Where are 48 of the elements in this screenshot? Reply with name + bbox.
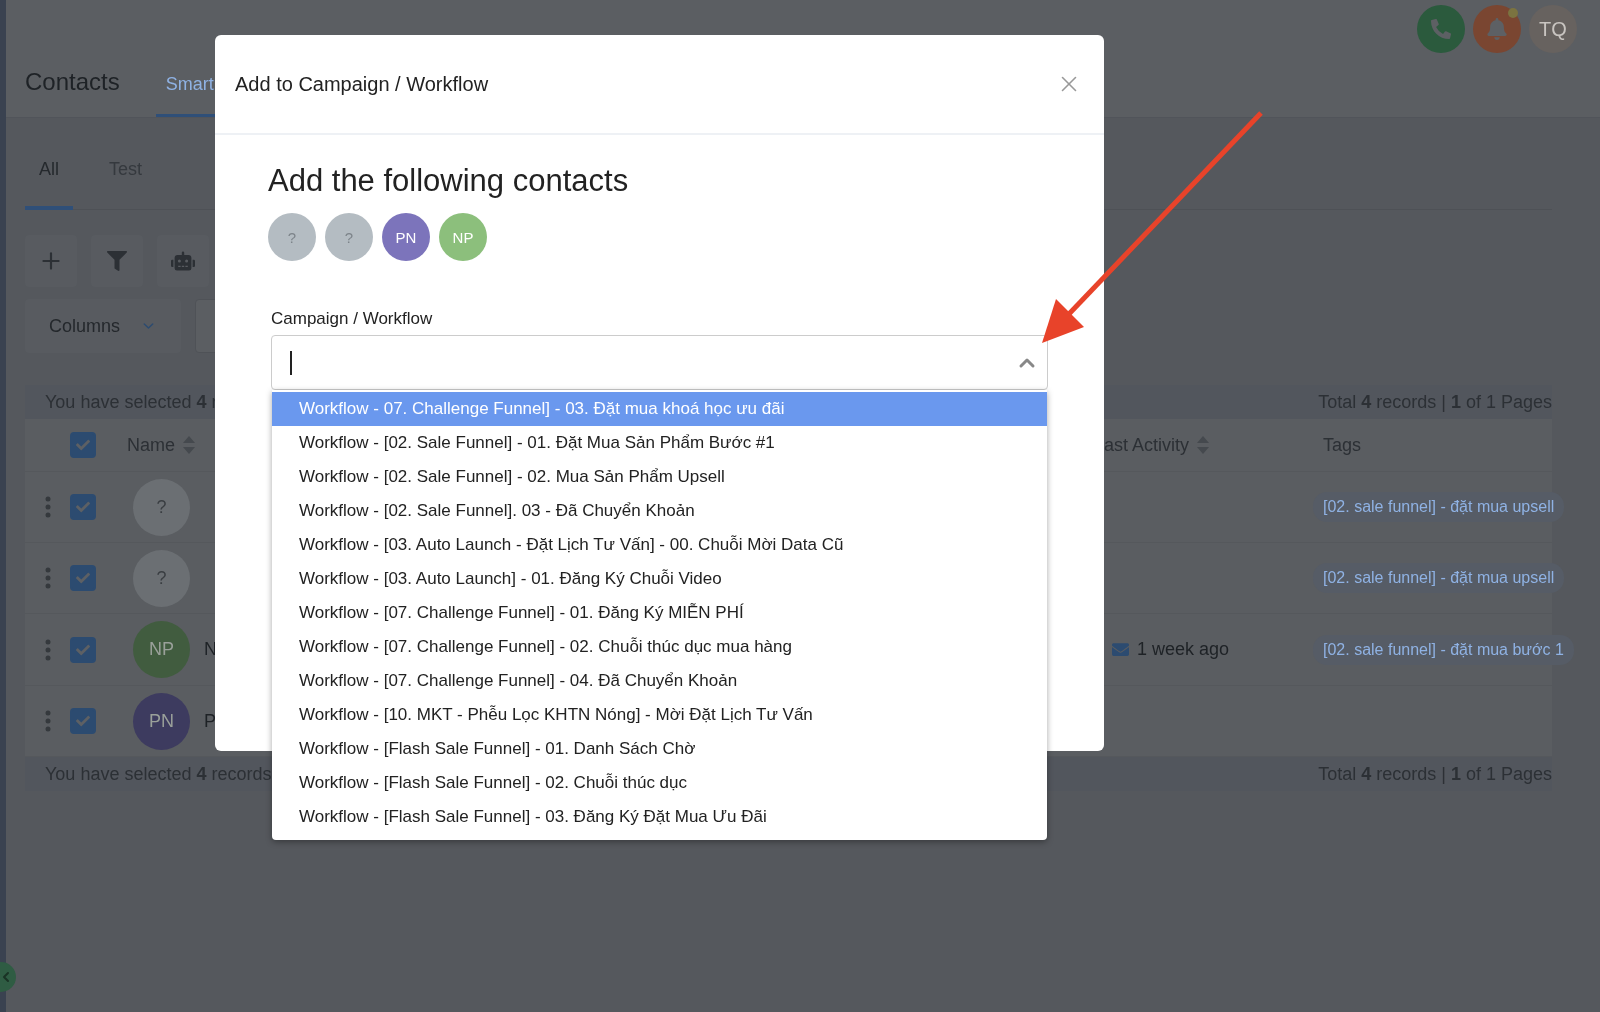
page-title: Contacts [25, 68, 120, 96]
filter-icon [107, 251, 127, 271]
check-icon [76, 571, 90, 585]
dropdown-option[interactable]: Workflow - [03. Auto Launch - Đặt Lịch Tư Vấn] - 00. Chuỗi Mời Data Cũ [272, 528, 1047, 562]
notification-button[interactable] [1473, 5, 1521, 53]
drag-handle-icon[interactable] [45, 710, 51, 732]
check-icon [76, 500, 90, 514]
envelope-icon [1112, 641, 1129, 658]
drag-handle-icon[interactable] [45, 567, 51, 589]
robot-icon [171, 249, 195, 273]
phone-icon [1431, 19, 1451, 39]
dropdown-option[interactable]: Workflow - [03. Auto Launch] - 01. Đăng Ký Chuỗi Video [272, 562, 1047, 596]
contact-avatar: ? [133, 478, 190, 536]
dropdown-option[interactable]: Workflow - [10. MKT - Phễu Lọc KHTN Nóng] - Mời Đặt Lịch Tư Vấn [272, 698, 1047, 732]
contact-avatar: NP [439, 213, 487, 261]
row-checkbox[interactable] [70, 565, 96, 591]
activity-time: 1 week ago [1137, 639, 1230, 660]
bell-icon [1486, 18, 1508, 40]
dropdown-option[interactable]: Workflow - [07. Challenge Funnel] - 04. Đã Chuyển Khoản [272, 664, 1047, 698]
contact-avatar: NP [133, 621, 190, 678]
dropdown-option[interactable]: Workflow - [02. Sale Funnel]. 03 - Đã Chuyển Khoản [272, 494, 1047, 528]
section-heading: Add the following contacts [268, 163, 630, 199]
check-icon [76, 438, 90, 452]
text-cursor [290, 350, 292, 375]
contact-avatar: ? [268, 213, 316, 261]
select-all-checkbox[interactable] [70, 432, 96, 458]
dropdown-option[interactable]: Workflow - [02. Sale Funnel] - 01. Đặt Mua Sản Phẩm Bước #1 [272, 426, 1047, 460]
dropdown-option[interactable]: Workflow - [Flash Sale Funnel] - 03. Đăng Ký Đặt Mua Ưu Đãi [272, 800, 1047, 834]
campaign-select[interactable] [271, 335, 1048, 390]
phone-button[interactable] [1417, 5, 1465, 53]
row-checkbox[interactable] [70, 494, 96, 520]
row-checkbox[interactable] [70, 636, 96, 663]
drag-handle-icon[interactable] [45, 638, 51, 661]
dropdown-option[interactable]: Workflow - [07. Challenge Funnel] - 02. Chuỗi thúc dục mua hàng [272, 630, 1047, 664]
dropdown-option[interactable]: Workflow - [07. Challenge Funnel] - 01. Đăng Ký MIỄN PHÍ [272, 596, 1047, 630]
contact-avatar: ? [133, 549, 190, 607]
field-label: Campaign / Workflow [271, 309, 434, 329]
dropdown-option[interactable]: Workflow - [Flash Sale Funnel] - 01. Danh Sách Chờ [272, 732, 1047, 766]
dropdown-option[interactable]: Workflow - [Flash Sale Funnel] - 02. Chuỗi thúc dục [272, 766, 1047, 800]
drag-handle-icon[interactable] [45, 496, 51, 518]
contact-avatar: PN [382, 213, 430, 261]
row-checkbox[interactable] [70, 708, 96, 734]
contact-avatar: PN [133, 692, 190, 750]
contact-avatar: ? [325, 213, 373, 261]
dropdown-option[interactable]: Workflow - [02. Sale Funnel] - 02. Mua Sản Phẩm Upsell [272, 460, 1047, 494]
check-icon [76, 714, 90, 728]
check-icon [76, 642, 90, 657]
contact-name: P [204, 710, 216, 732]
